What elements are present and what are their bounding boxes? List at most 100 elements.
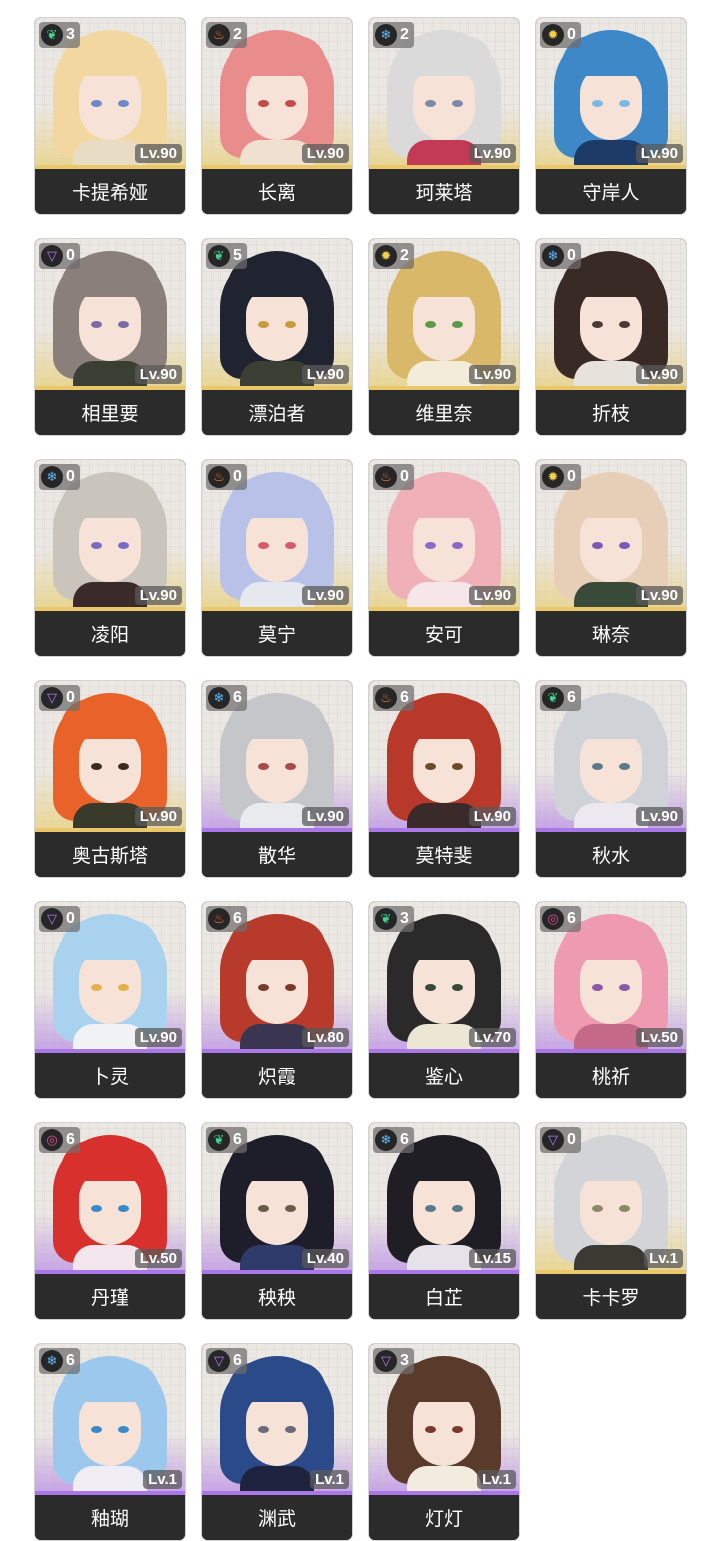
portrait-face bbox=[246, 950, 308, 1024]
portrait-right-eye bbox=[619, 542, 630, 549]
portrait-face bbox=[580, 729, 642, 803]
portrait-right-eye bbox=[285, 1205, 296, 1212]
character-card-19[interactable]: ❦ 3 Lv.70 鉴心 bbox=[369, 902, 519, 1098]
level-label: Lv.90 bbox=[468, 365, 516, 384]
level-label: Lv.90 bbox=[301, 586, 349, 605]
electro-icon: ▽ bbox=[41, 687, 63, 709]
character-card-14[interactable]: ❄ 6 Lv.90 散华 bbox=[202, 681, 352, 877]
portrait-right-eye bbox=[619, 763, 630, 770]
wind-icon: ❦ bbox=[375, 908, 397, 930]
portrait-right-eye bbox=[452, 763, 463, 770]
character-card-25[interactable]: ❄ 6 Lv.1 釉瑚 bbox=[35, 1344, 185, 1540]
character-card-13[interactable]: ▽ 0 Lv.90 奥古斯塔 bbox=[35, 681, 185, 877]
portrait-right-eye bbox=[118, 984, 129, 991]
level-label: Lv.90 bbox=[635, 807, 683, 826]
character-name: 卡卡罗 bbox=[536, 1274, 686, 1319]
character-name: 灯灯 bbox=[369, 1495, 519, 1540]
chain-badge: ❄ 6 bbox=[373, 1127, 414, 1153]
chain-count: 0 bbox=[567, 1131, 576, 1148]
level-label: Lv.90 bbox=[468, 807, 516, 826]
chain-badge: ♨ 6 bbox=[373, 685, 414, 711]
level-label: Lv.90 bbox=[134, 365, 182, 384]
snowflake-icon: ❄ bbox=[41, 466, 63, 488]
chain-badge: ✹ 0 bbox=[540, 22, 581, 48]
portrait-right-eye bbox=[452, 1426, 463, 1433]
snowflake-icon: ❄ bbox=[542, 245, 564, 267]
portrait-face bbox=[246, 287, 308, 361]
chain-badge: ❦ 5 bbox=[206, 243, 247, 269]
flame-icon: ♨ bbox=[208, 24, 230, 46]
level-label: Lv.90 bbox=[635, 144, 683, 163]
chain-badge: ♨ 0 bbox=[206, 464, 247, 490]
character-card-15[interactable]: ♨ 6 Lv.90 莫特斐 bbox=[369, 681, 519, 877]
character-name: 釉瑚 bbox=[35, 1495, 185, 1540]
chain-count: 6 bbox=[233, 689, 242, 706]
level-label: Lv.90 bbox=[134, 807, 182, 826]
character-grid: ❦ 3 Lv.90 卡提希娅 ♨ 2 Lv.90 长离 ❄ 2 Lv.90 珂莱… bbox=[35, 18, 686, 1540]
character-card-22[interactable]: ❦ 6 Lv.40 秧秧 bbox=[202, 1123, 352, 1319]
chain-badge: ❦ 3 bbox=[39, 22, 80, 48]
character-card-17[interactable]: ▽ 0 Lv.90 卜灵 bbox=[35, 902, 185, 1098]
flame-icon: ♨ bbox=[208, 466, 230, 488]
character-card-5[interactable]: ▽ 0 Lv.90 相里要 bbox=[35, 239, 185, 435]
character-name: 安可 bbox=[369, 611, 519, 656]
portrait-face bbox=[79, 729, 141, 803]
portrait-left-eye bbox=[91, 1426, 102, 1433]
level-label: Lv.90 bbox=[134, 144, 182, 163]
character-name: 相里要 bbox=[35, 390, 185, 435]
flame-icon: ♨ bbox=[375, 466, 397, 488]
character-card-2[interactable]: ♨ 2 Lv.90 长离 bbox=[202, 18, 352, 214]
portrait-face bbox=[246, 729, 308, 803]
level-label: Lv.1 bbox=[644, 1249, 683, 1268]
portrait-face bbox=[246, 1392, 308, 1466]
character-card-18[interactable]: ♨ 6 Lv.80 炽霞 bbox=[202, 902, 352, 1098]
level-label: Lv.1 bbox=[310, 1470, 349, 1489]
character-card-16[interactable]: ❦ 6 Lv.90 秋水 bbox=[536, 681, 686, 877]
portrait-right-eye bbox=[118, 1426, 129, 1433]
character-card-26[interactable]: ▽ 6 Lv.1 渊武 bbox=[202, 1344, 352, 1540]
portrait-face bbox=[580, 950, 642, 1024]
character-card-6[interactable]: ❦ 5 Lv.90 漂泊者 bbox=[202, 239, 352, 435]
character-card-27[interactable]: ▽ 3 Lv.1 灯灯 bbox=[369, 1344, 519, 1540]
portrait-right-eye bbox=[118, 1205, 129, 1212]
character-card-12[interactable]: ✹ 0 Lv.90 琳奈 bbox=[536, 460, 686, 656]
character-card-11[interactable]: ♨ 0 Lv.90 安可 bbox=[369, 460, 519, 656]
character-name: 丹瑾 bbox=[35, 1274, 185, 1319]
character-card-23[interactable]: ❄ 6 Lv.15 白芷 bbox=[369, 1123, 519, 1319]
portrait-right-eye bbox=[118, 763, 129, 770]
portrait-face bbox=[413, 1171, 475, 1245]
chain-badge: ♨ 2 bbox=[206, 22, 247, 48]
character-card-10[interactable]: ♨ 0 Lv.90 莫宁 bbox=[202, 460, 352, 656]
chain-badge: ❄ 2 bbox=[373, 22, 414, 48]
character-card-20[interactable]: ◎ 6 Lv.50 桃祈 bbox=[536, 902, 686, 1098]
level-label: Lv.40 bbox=[301, 1249, 349, 1268]
portrait-face bbox=[413, 950, 475, 1024]
character-card-1[interactable]: ❦ 3 Lv.90 卡提希娅 bbox=[35, 18, 185, 214]
character-card-3[interactable]: ❄ 2 Lv.90 珂莱塔 bbox=[369, 18, 519, 214]
character-card-24[interactable]: ▽ 0 Lv.1 卡卡罗 bbox=[536, 1123, 686, 1319]
portrait-right-eye bbox=[619, 984, 630, 991]
character-name: 珂莱塔 bbox=[369, 169, 519, 214]
chain-badge: ❄ 0 bbox=[39, 464, 80, 490]
havoc-icon: ◎ bbox=[41, 1129, 63, 1151]
electro-icon: ▽ bbox=[375, 1350, 397, 1372]
flame-icon: ♨ bbox=[208, 908, 230, 930]
character-card-8[interactable]: ❄ 0 Lv.90 折枝 bbox=[536, 239, 686, 435]
chain-count: 2 bbox=[400, 247, 409, 264]
portrait-face bbox=[413, 1392, 475, 1466]
portrait-left-eye bbox=[91, 542, 102, 549]
character-name: 奥古斯塔 bbox=[35, 832, 185, 877]
chain-badge: ❦ 6 bbox=[206, 1127, 247, 1153]
character-name: 莫特斐 bbox=[369, 832, 519, 877]
portrait-face bbox=[413, 66, 475, 140]
character-card-21[interactable]: ◎ 6 Lv.50 丹瑾 bbox=[35, 1123, 185, 1319]
character-name: 卡提希娅 bbox=[35, 169, 185, 214]
level-label: Lv.50 bbox=[635, 1028, 683, 1047]
character-card-7[interactable]: ✹ 2 Lv.90 维里奈 bbox=[369, 239, 519, 435]
portrait-right-eye bbox=[285, 763, 296, 770]
snowflake-icon: ❄ bbox=[375, 1129, 397, 1151]
character-card-9[interactable]: ❄ 0 Lv.90 凌阳 bbox=[35, 460, 185, 656]
character-name: 莫宁 bbox=[202, 611, 352, 656]
character-card-4[interactable]: ✹ 0 Lv.90 守岸人 bbox=[536, 18, 686, 214]
portrait-left-eye bbox=[592, 100, 603, 107]
